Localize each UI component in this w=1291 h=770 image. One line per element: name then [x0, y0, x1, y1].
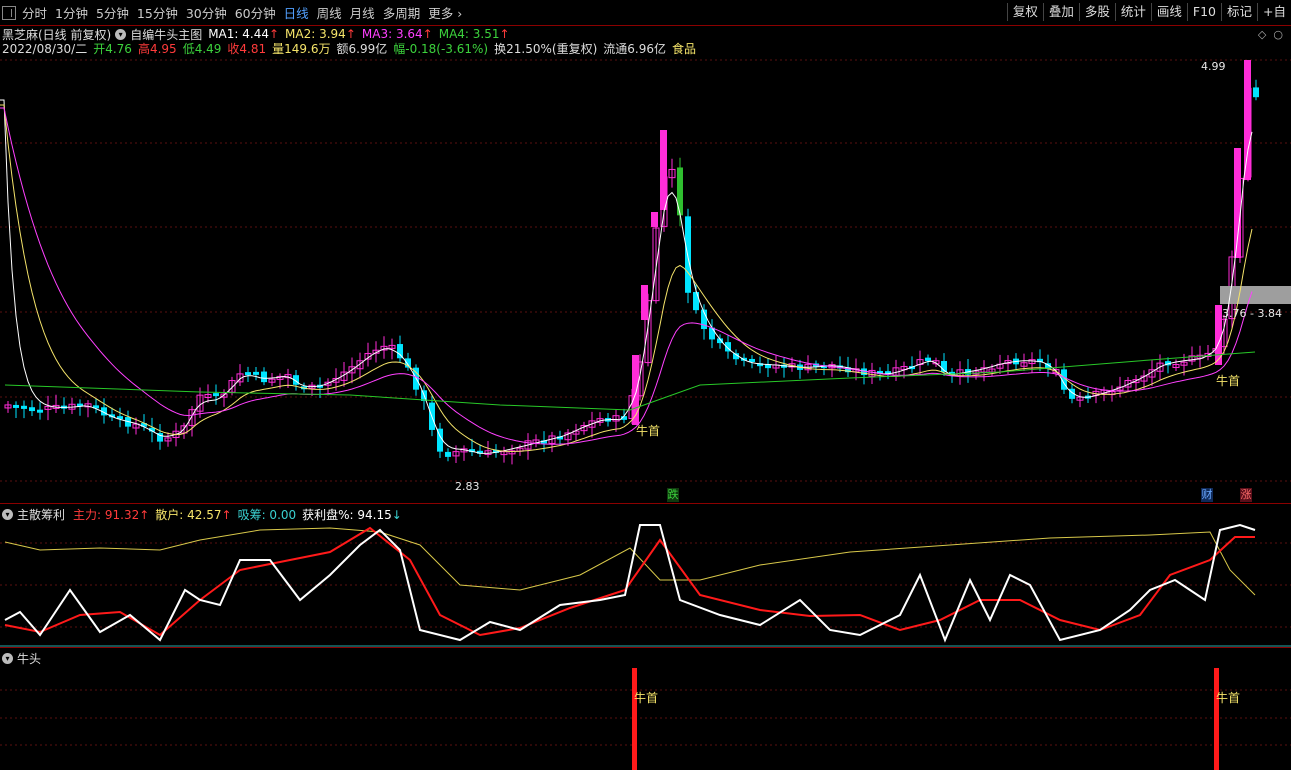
retail-arrow-icon: ↑ — [221, 507, 232, 522]
candle-body — [925, 357, 931, 361]
candle-body — [13, 404, 19, 408]
sub2-dropdown-icon[interactable]: ▾ — [2, 653, 13, 664]
ma1-line — [0, 99, 1253, 454]
profit-arrow-icon: ↓ — [391, 507, 402, 522]
surge-candle — [651, 212, 658, 227]
absorb-value: 吸筹: 0.00 — [237, 508, 297, 522]
candle-body — [445, 451, 451, 457]
signal-bar — [632, 668, 637, 770]
signal-label-1: 牛首 — [636, 423, 660, 438]
high-price-label: 4.99 — [1201, 60, 1226, 73]
rise-event-badge[interactable]: 涨 — [1240, 488, 1252, 502]
signal-label-2: 牛首 — [1216, 373, 1240, 388]
surge-candle — [1244, 60, 1251, 180]
candle-body — [21, 405, 27, 409]
finance-event-badge[interactable]: 财 — [1201, 488, 1213, 502]
candle-body — [1253, 87, 1259, 98]
low-price-label: 2.83 — [455, 480, 480, 493]
main-force-value: 主力: 91.32 — [73, 508, 140, 522]
ma2-line — [0, 104, 1253, 453]
sub2-header: ▾ 牛头 — [2, 650, 41, 667]
sub2-signal-label-1: 牛首 — [634, 690, 658, 705]
retail-value: 散户: 42.57 — [155, 508, 222, 522]
candle-body — [261, 371, 267, 383]
sub1-dropdown-icon[interactable]: ▾ — [2, 509, 13, 520]
main-force-line — [4, 526, 1255, 637]
candle-body — [709, 327, 715, 340]
candle-body — [29, 407, 35, 412]
panel-separator — [0, 503, 1291, 504]
fall-event-badge[interactable]: 跌 — [667, 488, 679, 502]
kline-chart-area[interactable]: 4.99 2.83 牛首 牛首 3.76 - 3.84 牛首 牛首 — [0, 0, 1291, 770]
surge-candle — [632, 355, 639, 425]
sub2-signal-label-2: 牛首 — [1216, 690, 1240, 705]
sub1-header: ▾ 主散筹利 主力: 91.32 ↑ 散户: 42.57 ↑ 吸筹: 0.00 获利… — [2, 506, 402, 523]
moving-average-lines — [0, 99, 1256, 454]
main-force-arrow-icon: ↑ — [139, 507, 150, 522]
sub1-title[interactable]: 主散筹利 — [17, 506, 65, 523]
candle-body — [677, 167, 683, 216]
price-range-label: 3.76 - 3.84 — [1222, 307, 1282, 320]
panel-separator — [0, 647, 1291, 648]
candle-body — [245, 372, 251, 376]
candle-body — [693, 292, 699, 311]
candle-body — [253, 371, 259, 375]
surge-candle — [641, 285, 648, 320]
sub2-bars — [632, 668, 1219, 770]
candle-body — [37, 409, 43, 413]
signal-bar — [1214, 668, 1219, 770]
grid-lines — [0, 59, 1291, 746]
sub2-title[interactable]: 牛头 — [17, 650, 41, 667]
profit-value: 获利盘%: 94.15 — [302, 508, 392, 522]
surge-candle — [660, 130, 667, 210]
candle-body — [213, 393, 219, 397]
